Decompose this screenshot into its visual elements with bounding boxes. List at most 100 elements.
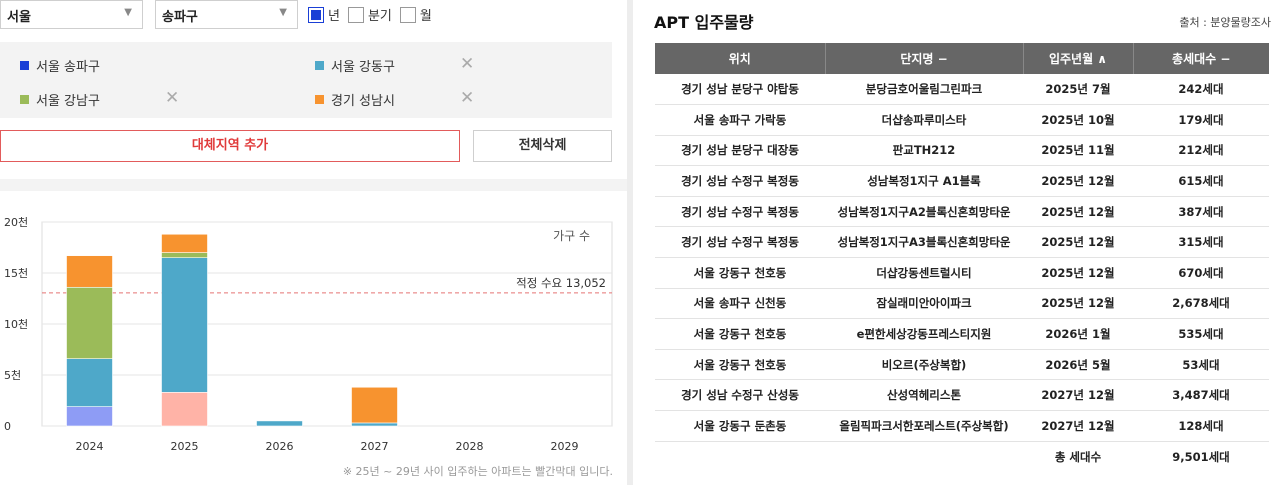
cell-move-in: 2025년 11월 — [1023, 135, 1133, 167]
region-chip: 서울 강남구 — [20, 90, 100, 109]
cell-move-in: 2025년 10월 — [1023, 104, 1133, 136]
color-swatch — [20, 95, 29, 104]
header-households[interactable]: 총세대수 − — [1133, 43, 1269, 74]
period-option-month[interactable]: 월 — [399, 5, 432, 24]
bar-segment — [161, 233, 208, 253]
cell-move-in: 2025년 12월 — [1023, 196, 1133, 228]
y-tick-label: 0 — [4, 420, 11, 433]
region-chip-label: 서울 강남구 — [36, 94, 100, 109]
cell-complex: 올림픽파크서한포레스트(주상복합) — [825, 410, 1023, 442]
cell-location: 경기 성남 수정구 산성동 — [655, 379, 825, 412]
supply-table: 위치 단지명 − 입주년월 ∧ 총세대수 − 경기 성남 분당구 야탑동 분당금호… — [655, 43, 1269, 472]
table-source: 출처 : 분양물량조사 — [1179, 16, 1271, 29]
reference-label: 적정 수요 13,052 — [516, 276, 606, 290]
cell-households: 535세대 — [1133, 318, 1269, 350]
total-label: 총 세대수 — [1054, 449, 1102, 464]
table-row[interactable]: 서울 강동구 둔촌동 올림픽파크서한포레스트(주상복합) 2027년 12월 128세… — [655, 410, 1269, 442]
left-panel: 서울 ▼ 송파구 ▼ 년 분기 월 서울 송파구 서울 강동구 ✕ 서울 강남구… — [0, 0, 627, 485]
period-option-quarter[interactable]: 분기 — [347, 5, 392, 24]
table-row[interactable]: 경기 성남 분당구 대장동 판교TH212 2025년 11월 212세대 — [655, 135, 1269, 167]
cell-location: 경기 성남 수정구 복정동 — [655, 165, 825, 197]
bar-segment — [161, 252, 208, 258]
cell-location: 서울 송파구 가락동 — [655, 104, 825, 136]
bar-segment — [66, 358, 113, 407]
cell-location: 경기 성남 수정구 복정동 — [655, 226, 825, 259]
cell-move-in: 2026년 1월 — [1023, 318, 1133, 350]
period-label: 년 — [328, 9, 340, 24]
cell-complex: 비오르(주상복합) — [825, 349, 1023, 381]
cell-empty — [655, 441, 825, 472]
header-location[interactable]: 위치 — [655, 43, 826, 74]
cell-move-in: 2026년 5월 — [1023, 349, 1133, 381]
cell-move-in: 2025년 12월 — [1023, 165, 1133, 197]
cell-empty — [825, 441, 1023, 472]
table-row[interactable]: 서울 강동구 천호동 비오르(주상복합) 2026년 5월 53세대 — [655, 349, 1269, 381]
region-chip: 서울 송파구 — [20, 56, 100, 75]
selected-regions: 서울 송파구 서울 강동구 ✕ 서울 강남구 ✕ 경기 성남시 ✕ — [0, 42, 612, 118]
cell-location: 서울 송파구 신천동 — [655, 288, 825, 320]
chart-svg: 0 5천 10천 15천 20천적정 수요 13,052 가구 수 2024 2025 2026… — [4, 215, 613, 453]
table-row[interactable]: 경기 성남 분당구 야탑동 분당금호어울림그린파크 2025년 7월 242세대 — [655, 74, 1269, 106]
header-move-in[interactable]: 입주년월 ∧ — [1023, 43, 1134, 74]
color-swatch — [315, 61, 324, 70]
bar-segment — [161, 257, 208, 393]
cell-location: 서울 강동구 둔촌동 — [655, 410, 825, 442]
cell-complex: 판교TH212 — [825, 135, 1023, 167]
checkbox-quarter[interactable] — [347, 6, 364, 23]
checkbox-month[interactable] — [399, 6, 416, 23]
cell-households: 53세대 — [1133, 349, 1269, 381]
region-chip-label: 서울 강동구 — [331, 60, 395, 75]
period-label: 분기 — [367, 9, 392, 24]
x-tick-label: 2027 — [361, 440, 389, 453]
region-chip: 서울 강동구 — [315, 56, 395, 75]
supply-chart: 0 5천 10천 15천 20천 적정 수요 13,052 가구 수 2024 2025 2026… — [0, 200, 627, 485]
delete-all-button[interactable]: 전체삭제 — [473, 130, 612, 162]
x-tick-label: 2025 — [171, 440, 199, 453]
table-row[interactable]: 서울 송파구 신천동 잠실래미안아이파크 2025년 12월 2,678세대 — [655, 288, 1269, 320]
add-region-button[interactable]: 대체지역 추가 — [0, 130, 460, 162]
region-chip: 경기 성남시 — [315, 90, 395, 109]
cell-move-in: 2025년 12월 — [1023, 288, 1133, 320]
table-row[interactable]: 경기 성남 수정구 복정동 성남복정1지구 A1블록 2025년 12월 615세대 — [655, 165, 1269, 197]
cell-households: 387세대 — [1133, 196, 1269, 228]
cell-households: 2,678세대 — [1133, 288, 1269, 320]
x-tick-label: 2028 — [456, 440, 484, 453]
table-row[interactable]: 서울 강동구 천호동 e편한세상강동프레스티지원 2026년 1월 535세대 — [655, 318, 1269, 350]
cell-households: 242세대 — [1133, 74, 1269, 106]
region-chip-label: 서울 송파구 — [36, 60, 100, 75]
table-row[interactable]: 경기 성남 수정구 산성동 산성역헤리스톤 2027년 12월 3,487세대 — [655, 379, 1269, 412]
bar-segment — [161, 392, 208, 427]
cell-move-in: 2025년 12월 — [1023, 226, 1133, 259]
cell-complex: 성남복정1지구A2블록신혼희망타운 — [825, 196, 1023, 228]
region2-value: 송파구 — [162, 10, 198, 25]
x-tick-label: 2024 — [76, 440, 104, 453]
region1-select[interactable]: 서울 ▼ — [0, 0, 143, 29]
region-chip-label: 경기 성남시 — [331, 94, 395, 109]
remove-region-icon[interactable]: ✕ — [460, 90, 474, 107]
total-value: 9,501세대 — [1172, 449, 1230, 464]
chevron-down-icon: ▼ — [279, 7, 287, 18]
cell-location: 경기 성남 분당구 야탑동 — [655, 74, 825, 106]
remove-region-icon[interactable]: ✕ — [460, 56, 474, 73]
cell-location: 서울 강동구 천호동 — [655, 257, 825, 289]
cell-complex: 성남복정1지구A3블록신혼희망타운 — [825, 226, 1023, 259]
region2-select[interactable]: 송파구 ▼ — [155, 0, 298, 29]
remove-region-icon[interactable]: ✕ — [165, 90, 179, 107]
table-row[interactable]: 서울 강동구 천호동 더샵강동센트럴시티 2025년 12월 670세대 — [655, 257, 1269, 289]
table-total-row: 총 세대수 9,501세대 — [655, 441, 1269, 472]
header-complex[interactable]: 단지명 − — [825, 43, 1024, 74]
x-tick-label: 2026 — [266, 440, 294, 453]
y-axis-label: 가구 수 — [553, 229, 590, 243]
x-tick-label: 2029 — [551, 440, 579, 453]
chevron-down-icon: ▼ — [124, 7, 132, 18]
cell-complex: e편한세상강동프레스티지원 — [825, 318, 1023, 350]
cell-households: 615세대 — [1133, 165, 1269, 197]
table-row[interactable]: 경기 성남 수정구 복정동 성남복정1지구A3블록신혼희망타운 2025년 12월 3… — [655, 226, 1269, 259]
cell-location: 서울 강동구 천호동 — [655, 349, 825, 381]
period-label: 월 — [419, 9, 432, 24]
table-row[interactable]: 서울 송파구 가락동 더샵송파루미스타 2025년 10월 179세대 — [655, 104, 1269, 136]
period-option-year[interactable]: 년 — [308, 5, 340, 24]
checkbox-year[interactable] — [308, 6, 324, 23]
cell-complex: 분당금호어울림그린파크 — [825, 74, 1023, 106]
table-row[interactable]: 경기 성남 수정구 복정동 성남복정1지구A2블록신혼희망타운 2025년 12월 3… — [655, 196, 1269, 228]
